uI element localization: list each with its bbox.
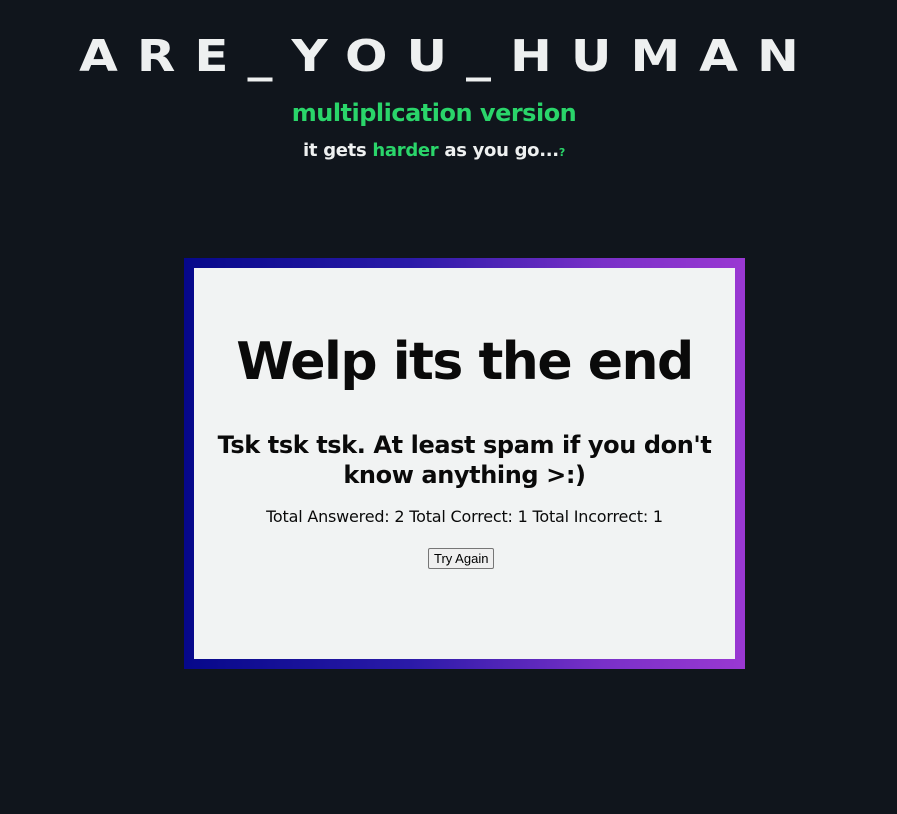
tagline-highlight: harder — [372, 140, 439, 161]
result-stats: Total Answered: 2 Total Correct: 1 Total… — [194, 506, 735, 528]
result-card: Welp its the end Tsk tsk tsk. At least s… — [194, 268, 735, 659]
incorrect-value: 1 — [652, 507, 663, 526]
tagline: it gets harder as you go...? — [0, 138, 868, 166]
tagline-suffix: ? — [558, 146, 565, 159]
tagline-part-2: as you go... — [438, 140, 559, 161]
result-card-frame: Welp its the end Tsk tsk tsk. At least s… — [184, 258, 745, 669]
subtitle: multiplication version — [291, 99, 577, 127]
tagline-part-1: it gets — [303, 140, 373, 161]
result-heading: Welp its the end — [236, 332, 694, 392]
result-message: Tsk tsk tsk. At least spam if you don't … — [217, 431, 712, 489]
site-title: ARE_YOU_HUMAN — [0, 28, 897, 84]
answered-value: 2 — [394, 507, 405, 526]
correct-label: Total Correct: — [409, 507, 513, 526]
incorrect-label: Total Incorrect: — [532, 507, 649, 526]
correct-value: 1 — [517, 507, 528, 526]
site-title-text: ARE_YOU_HUMAN — [79, 30, 818, 82]
try-again-button[interactable]: Try Again — [428, 548, 495, 569]
answered-label: Total Answered: — [266, 507, 390, 526]
